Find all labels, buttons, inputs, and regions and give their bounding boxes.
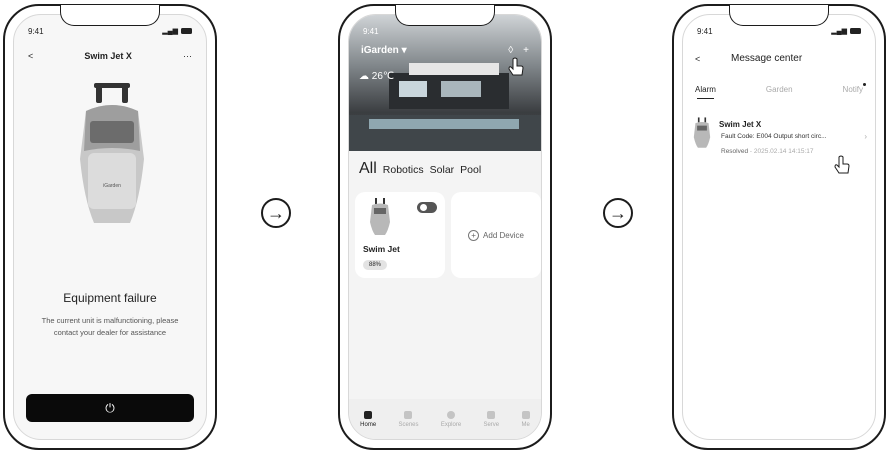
message-device-name: Swim Jet X — [719, 120, 762, 129]
phone-message-center: 9:41 ▂▄▆ < Message center Alarm Garden N… — [672, 4, 886, 450]
phone-notch — [729, 5, 829, 26]
chevron-right-icon: › — [864, 132, 867, 141]
device-power-toggle[interactable] — [417, 202, 437, 213]
tab-notify-label: Notify — [842, 85, 863, 94]
tab-alarm[interactable]: Alarm — [695, 85, 716, 99]
tab-serve[interactable]: Serve — [483, 410, 500, 428]
phone-notch — [60, 5, 160, 26]
screen: 9:41 ▂▄▆ < Swim Jet X ··· iGarden Equipm… — [13, 14, 207, 440]
tab-scenes[interactable]: Scenes — [398, 410, 419, 428]
battery-icon — [850, 28, 861, 34]
back-button[interactable]: < — [695, 54, 731, 64]
tab-explore[interactable]: Explore — [440, 410, 462, 428]
back-button[interactable]: < — [28, 51, 33, 61]
add-device-label: Add Device — [483, 230, 524, 240]
arrow-glyph: → — [267, 202, 285, 223]
device-image: iGarden — [80, 83, 144, 223]
error-title: Equipment failure — [63, 291, 157, 305]
more-button[interactable]: ··· — [183, 51, 192, 61]
power-button[interactable]: ⏻ — [26, 394, 194, 422]
hand-pointer-icon — [508, 57, 524, 76]
status-bar: 9:41 ▂▄▆ — [28, 25, 192, 37]
tab-home-label: Home — [360, 421, 377, 428]
arrow-right-icon: → — [603, 198, 633, 228]
battery-badge: 88% — [363, 260, 388, 270]
tab-robotics[interactable]: Robotics — [383, 164, 424, 176]
home-selector[interactable]: iGarden ▾ — [361, 45, 407, 56]
device-brand-label: iGarden — [103, 183, 121, 189]
error-description: The current unit is malfunctioning, plea… — [41, 316, 179, 337]
screen: 9:41 ▂▄▆ < Message center Alarm Garden N… — [682, 14, 876, 440]
scenes-icon — [404, 410, 413, 419]
weather: ☁ 26℃ — [359, 71, 394, 82]
phone-notch — [395, 5, 495, 26]
power-icon: ⏻ — [105, 400, 115, 415]
status-bar: 9:41 — [363, 25, 527, 37]
tab-me-label: Me — [521, 421, 530, 428]
tab-explore-label: Explore — [440, 421, 462, 428]
signal-icon: ▂▄▆ — [162, 28, 178, 35]
user-icon — [521, 410, 530, 419]
phone-equipment-failure: 9:41 ▂▄▆ < Swim Jet X ··· iGarden Equipm… — [3, 4, 217, 450]
screen: 9:41 iGarden ▾ ◊ + ☁ 26℃ All Robotics So… — [348, 14, 542, 440]
tab-notify[interactable]: Notify — [842, 83, 866, 94]
phone-home: 9:41 iGarden ▾ ◊ + ☁ 26℃ All Robotics So… — [338, 4, 552, 450]
add-icon[interactable]: + — [523, 45, 529, 56]
status-label: Resolved — [721, 148, 749, 155]
explore-icon — [446, 410, 455, 419]
device-card[interactable]: Swim Jet 88% — [355, 192, 445, 278]
fault-code: Fault Code: E004 Output short circ... — [721, 133, 827, 140]
tab-scenes-label: Scenes — [398, 421, 419, 428]
tab-home[interactable]: Home — [360, 410, 377, 428]
device-thumbnail — [693, 117, 711, 148]
nav-bar: < Swim Jet X ··· — [28, 51, 192, 61]
bottom-tab-bar: Home Scenes Explore Serve Me — [349, 399, 541, 439]
bell-icon[interactable]: ◊ — [508, 45, 513, 56]
tab-all[interactable]: All — [359, 160, 377, 178]
arrow-right-icon: → — [261, 198, 291, 228]
home-name: iGarden — [361, 45, 399, 56]
heart-icon — [487, 410, 496, 419]
status-bar: 9:41 ▂▄▆ — [697, 25, 861, 37]
timestamp: 2025.02.14 14:15:17 — [753, 148, 814, 155]
battery-icon — [181, 28, 192, 34]
add-device-card[interactable]: + Add Device — [451, 192, 541, 278]
tab-garden[interactable]: Garden — [766, 85, 793, 94]
home-icon — [364, 410, 373, 419]
tab-me[interactable]: Me — [521, 410, 530, 428]
temperature: 26℃ — [371, 71, 395, 82]
message-tabs: Alarm Garden Notify — [695, 83, 866, 99]
category-tabs: All Robotics Solar Pool — [359, 160, 481, 178]
tab-solar[interactable]: Solar — [430, 164, 455, 176]
add-circle-icon: + — [468, 229, 480, 241]
device-title: Swim Jet X — [84, 51, 132, 61]
status-time: 9:41 — [363, 26, 379, 36]
home-header: iGarden ▾ ◊ + — [361, 45, 529, 56]
tab-pool[interactable]: Pool — [460, 164, 481, 176]
nav-bar: < Message center — [695, 53, 863, 64]
tab-serve-label: Serve — [483, 421, 500, 428]
device-name: Swim Jet — [363, 244, 400, 254]
notification-dot — [863, 83, 866, 86]
signal-icon: ▂▄▆ — [831, 28, 847, 35]
status-time: 9:41 — [697, 26, 713, 36]
hand-pointer-icon — [834, 155, 850, 174]
cloud-icon: ☁ — [359, 71, 369, 82]
device-thumbnail — [370, 198, 390, 235]
status-time: 9:41 — [28, 26, 44, 36]
page-title: Message center — [731, 53, 803, 64]
arrow-glyph: → — [609, 202, 627, 223]
